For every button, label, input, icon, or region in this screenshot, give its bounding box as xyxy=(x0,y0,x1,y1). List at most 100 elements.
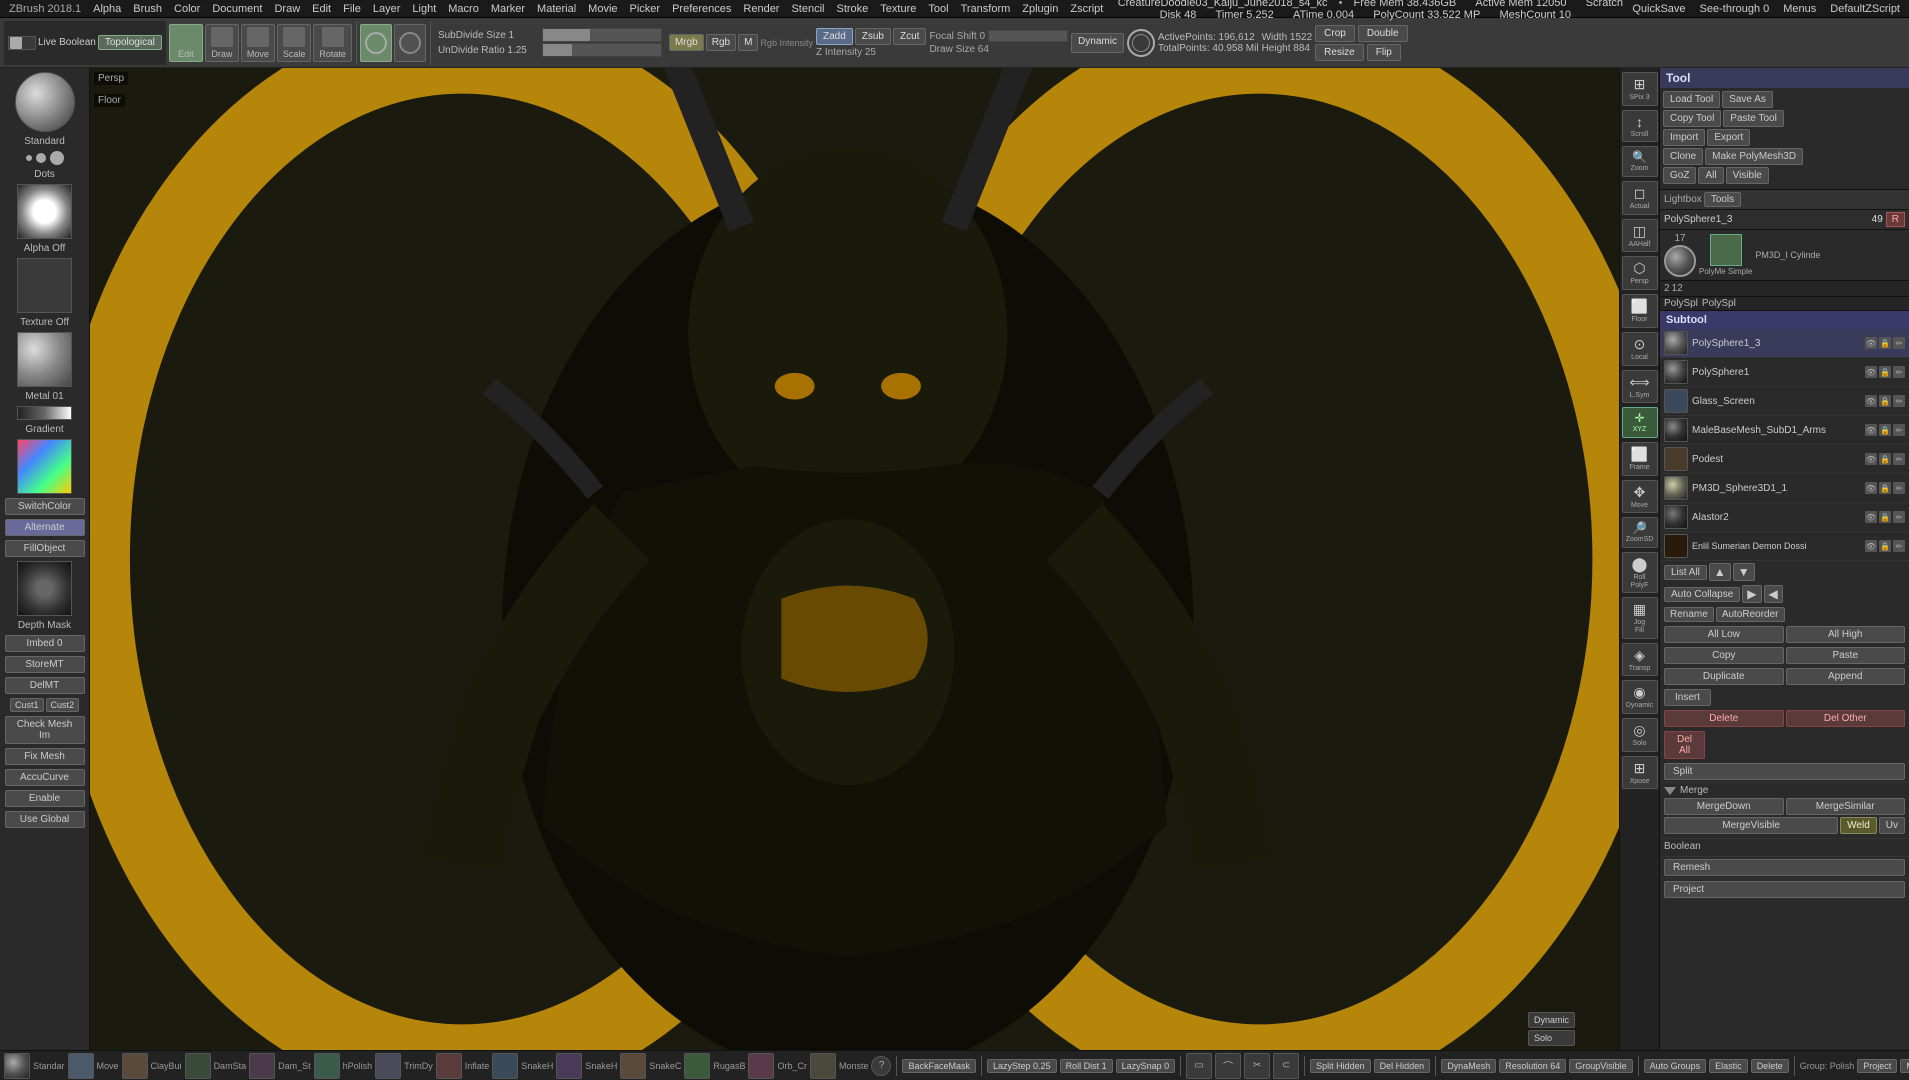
cust1-btn[interactable]: Cust1 xyxy=(10,698,44,712)
menu-transform[interactable]: Transform xyxy=(956,3,1016,15)
paste-tool-btn[interactable]: Paste Tool xyxy=(1723,110,1784,127)
pencil-icon-6[interactable]: ✏ xyxy=(1893,511,1905,523)
topological-btn[interactable]: Topological xyxy=(98,35,162,50)
insert-btn[interactable]: Insert xyxy=(1664,689,1711,706)
dynamic-view-btn[interactable]: ◉ Dynamic xyxy=(1622,680,1658,714)
paste-subtool-btn[interactable]: Paste xyxy=(1786,647,1906,664)
load-tool-btn[interactable]: Load Tool xyxy=(1663,91,1720,108)
eye-icon-2[interactable]: 👁 xyxy=(1865,395,1877,407)
menu-document[interactable]: Document xyxy=(207,3,267,15)
duplicate-btn[interactable]: Duplicate xyxy=(1664,668,1784,685)
r-btn[interactable]: R xyxy=(1886,212,1905,227)
move-btn[interactable]: Move xyxy=(241,24,275,62)
menu-color[interactable]: Color xyxy=(169,3,205,15)
focal-shift-slider[interactable] xyxy=(988,30,1068,42)
undivide-slider[interactable] xyxy=(542,43,662,57)
scale-btn[interactable]: Scale xyxy=(277,24,312,62)
menu-preferences[interactable]: Preferences xyxy=(667,3,736,15)
draw-ring-btn[interactable] xyxy=(394,24,426,62)
menu-marker[interactable]: Marker xyxy=(486,3,530,15)
clone-btn[interactable]: Clone xyxy=(1663,148,1703,165)
del-hidden-btn[interactable]: Del Hidden xyxy=(1374,1059,1431,1073)
remesh-btn[interactable]: Remesh xyxy=(1664,859,1905,876)
lock-icon-3[interactable]: 🔒 xyxy=(1879,424,1891,436)
fill-object-btn[interactable]: FillObject xyxy=(5,540,85,557)
eye-icon-5[interactable]: 👁 xyxy=(1865,482,1877,494)
subtool-item-pm3d-sphere[interactable]: PM3D_Sphere3D1_1 👁 🔒 ✏ xyxy=(1660,474,1909,503)
material-preview[interactable] xyxy=(17,332,72,387)
roll-dist-btn[interactable]: Roll Dist 1 xyxy=(1060,1059,1113,1073)
brush-preview[interactable] xyxy=(15,72,75,132)
use-global-btn[interactable]: Use Global xyxy=(5,811,85,828)
damsta-brush-icon[interactable] xyxy=(185,1053,211,1079)
menu-zscript[interactable]: Zscript xyxy=(1065,3,1108,15)
list-all-btn[interactable]: List All xyxy=(1664,565,1707,580)
xyz-btn[interactable]: ✛ XYZ xyxy=(1622,407,1658,438)
damst-brush-icon[interactable] xyxy=(249,1053,275,1079)
lock-icon-0[interactable]: 🔒 xyxy=(1879,337,1891,349)
dot-small[interactable] xyxy=(26,155,32,161)
subtool-item-podest[interactable]: Podest 👁 🔒 ✏ xyxy=(1660,445,1909,474)
resize-btn[interactable]: Resize xyxy=(1315,44,1364,61)
pencil-icon-4[interactable]: ✏ xyxy=(1893,453,1905,465)
menu-file[interactable]: File xyxy=(338,3,366,15)
lock-icon-7[interactable]: 🔒 xyxy=(1879,540,1891,552)
eye-icon-3[interactable]: 👁 xyxy=(1865,424,1877,436)
menus-btn[interactable]: Menus xyxy=(1778,3,1821,15)
auto-reorder-btn[interactable]: AutoReorder xyxy=(1716,607,1785,622)
viewport-canvas[interactable] xyxy=(90,68,1619,1050)
lock-icon-5[interactable]: 🔒 xyxy=(1879,482,1891,494)
all-high-btn[interactable]: All High xyxy=(1786,626,1906,643)
menu-macro[interactable]: Macro xyxy=(443,3,484,15)
lazy-step-btn[interactable]: LazyStep 0.25 xyxy=(987,1059,1057,1073)
menu-picker[interactable]: Picker xyxy=(625,3,666,15)
arrow-left-btn[interactable]: ◀ xyxy=(1764,585,1783,603)
backface-mask-btn[interactable]: BackFaceMask xyxy=(902,1059,976,1073)
switch-color-btn[interactable]: SwitchColor xyxy=(5,498,85,515)
store-mt-btn[interactable]: StoreMT xyxy=(5,656,85,673)
menu-movie[interactable]: Movie xyxy=(583,3,622,15)
persp-btn[interactable]: ⬡ Persp xyxy=(1622,256,1658,290)
snakec-brush-icon[interactable] xyxy=(620,1053,646,1079)
rugasb-brush-icon[interactable] xyxy=(684,1053,710,1079)
dot-large[interactable] xyxy=(50,151,64,165)
dynamic-btn[interactable]: Dynamic xyxy=(1071,33,1124,53)
solo-view-btn[interactable]: ◎ Solo xyxy=(1622,718,1658,752)
eye-icon-1[interactable]: 👁 xyxy=(1865,366,1877,378)
trim-curve-icon[interactable]: ⌒ xyxy=(1215,1053,1241,1079)
auto-groups-btn[interactable]: Auto Groups xyxy=(1644,1059,1707,1073)
append-btn[interactable]: Append xyxy=(1786,668,1906,685)
split-btn[interactable]: Split xyxy=(1664,763,1905,780)
del-all-btn[interactable]: Del All xyxy=(1664,731,1705,759)
lock-icon-6[interactable]: 🔒 xyxy=(1879,511,1891,523)
roll-polyf-btn[interactable]: ⬤ RollPolyF xyxy=(1622,552,1658,593)
pencil-icon-1[interactable]: ✏ xyxy=(1893,366,1905,378)
eye-icon-6[interactable]: 👁 xyxy=(1865,511,1877,523)
pencil-icon-0[interactable]: ✏ xyxy=(1893,337,1905,349)
zoom-btn[interactable]: 🔍 Zoom xyxy=(1622,146,1658,177)
slice-cut-icon[interactable]: ✂ xyxy=(1244,1053,1270,1079)
menu-alpha[interactable]: Alpha xyxy=(88,3,126,15)
delete-bottom-btn[interactable]: Delete xyxy=(1751,1059,1789,1073)
standard-brush-icon[interactable] xyxy=(4,1053,30,1079)
lazy-snap-btn[interactable]: LazySnap 0 xyxy=(1116,1059,1176,1073)
dynamesh-btn[interactable]: DynaMesh xyxy=(1441,1059,1496,1073)
menu-render[interactable]: Render xyxy=(738,3,784,15)
zadd-btn[interactable]: Zadd xyxy=(816,28,853,45)
copy-subtool-btn[interactable]: Copy xyxy=(1664,647,1784,664)
zcut-btn[interactable]: Zcut xyxy=(893,28,926,45)
jog-fill-btn[interactable]: ▦ JogFill xyxy=(1622,597,1658,638)
make-polymesh-btn[interactable]: Make PolyMesh3D xyxy=(1705,148,1803,165)
subtool-header[interactable]: Subtool xyxy=(1660,311,1909,329)
merge-similar-btn[interactable]: MergeSimilar xyxy=(1786,798,1906,815)
accu-curve-btn[interactable]: AccuCurve xyxy=(5,769,85,786)
arrow-up-btn[interactable]: ▲ xyxy=(1709,563,1731,581)
eye-icon-7[interactable]: 👁 xyxy=(1865,540,1877,552)
merge-down-btn[interactable]: MergeDown xyxy=(1664,798,1784,815)
split-hidden-btn[interactable]: Split Hidden xyxy=(1310,1059,1371,1073)
menu-stroke[interactable]: Stroke xyxy=(832,3,874,15)
import-btn[interactable]: Import xyxy=(1663,129,1705,146)
polyspl2-label[interactable]: PolySpl xyxy=(1702,298,1736,309)
menu-draw[interactable]: Draw xyxy=(269,3,305,15)
all-low-btn[interactable]: All Low xyxy=(1664,626,1784,643)
